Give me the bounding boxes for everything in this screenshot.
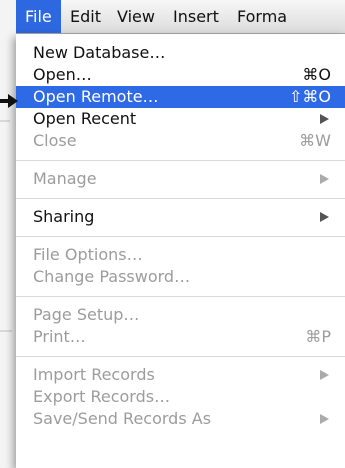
chevron-right-icon — [320, 414, 329, 424]
menu-separator — [16, 236, 345, 237]
menu-item-change-password[interactable]: Change Password… — [16, 266, 345, 288]
menu-item-label: Print… — [33, 327, 86, 346]
menu-separator — [16, 160, 345, 161]
shortcut-label: ⌘W — [299, 131, 331, 150]
file-menu-dropdown: New Database… Open… ⌘O Open Remote… ⇧⌘O … — [16, 34, 345, 468]
menu-view[interactable]: View — [108, 0, 164, 33]
menu-item-label: Export Records… — [33, 387, 171, 406]
menu-item-label: Change Password… — [33, 267, 191, 286]
menu-item-label: Open Remote… — [33, 87, 159, 106]
pointer-arrow-icon — [0, 94, 18, 108]
menu-edit[interactable]: Edit — [61, 0, 110, 33]
menu-item-label: Manage — [33, 169, 97, 188]
menu-separator — [16, 296, 345, 297]
menu-item-open[interactable]: Open… ⌘O — [16, 64, 345, 86]
menu-item-sharing[interactable]: Sharing — [16, 206, 345, 228]
menu-separator — [16, 356, 345, 357]
chevron-right-icon — [320, 174, 329, 184]
menu-item-label: Sharing — [33, 207, 95, 226]
menu-item-label: Save/Send Records As — [33, 409, 212, 428]
chevron-right-icon — [320, 212, 329, 222]
menu-bar: File Edit View Insert Forma — [16, 0, 345, 34]
chevron-right-icon — [320, 114, 329, 124]
background-line — [0, 330, 12, 332]
shortcut-label: ⌘O — [302, 65, 331, 84]
menu-item-new-database[interactable]: New Database… — [16, 42, 345, 64]
menu-item-close[interactable]: Close ⌘W — [16, 130, 345, 152]
menu-separator — [16, 198, 345, 199]
background-line — [0, 120, 10, 122]
menu-item-label: Open Recent — [33, 109, 137, 128]
menu-item-label: Open… — [33, 65, 92, 84]
menu-item-label: New Database… — [33, 43, 166, 62]
shortcut-label: ⌘P — [305, 327, 331, 346]
menu-item-label: Import Records — [33, 365, 155, 384]
menu-item-import-records[interactable]: Import Records — [16, 364, 345, 386]
menu-item-file-options[interactable]: File Options… — [16, 244, 345, 266]
menu-item-open-recent[interactable]: Open Recent — [16, 108, 345, 130]
menu-item-save-send-records-as[interactable]: Save/Send Records As — [16, 408, 345, 430]
menu-item-open-remote[interactable]: Open Remote… ⇧⌘O — [16, 86, 345, 108]
menu-file[interactable]: File — [16, 0, 61, 33]
menu-item-manage[interactable]: Manage — [16, 168, 345, 190]
menu-item-print[interactable]: Print… ⌘P — [16, 326, 345, 348]
shortcut-label: ⇧⌘O — [289, 87, 331, 106]
menu-item-label: File Options… — [33, 245, 143, 264]
menu-item-page-setup[interactable]: Page Setup… — [16, 304, 345, 326]
menu-item-label: Page Setup… — [33, 305, 140, 324]
menu-insert[interactable]: Insert — [164, 0, 228, 33]
menu-format[interactable]: Forma — [228, 0, 296, 33]
menu-item-export-records[interactable]: Export Records… — [16, 386, 345, 408]
menu-item-label: Close — [33, 131, 77, 150]
chevron-right-icon — [320, 370, 329, 380]
